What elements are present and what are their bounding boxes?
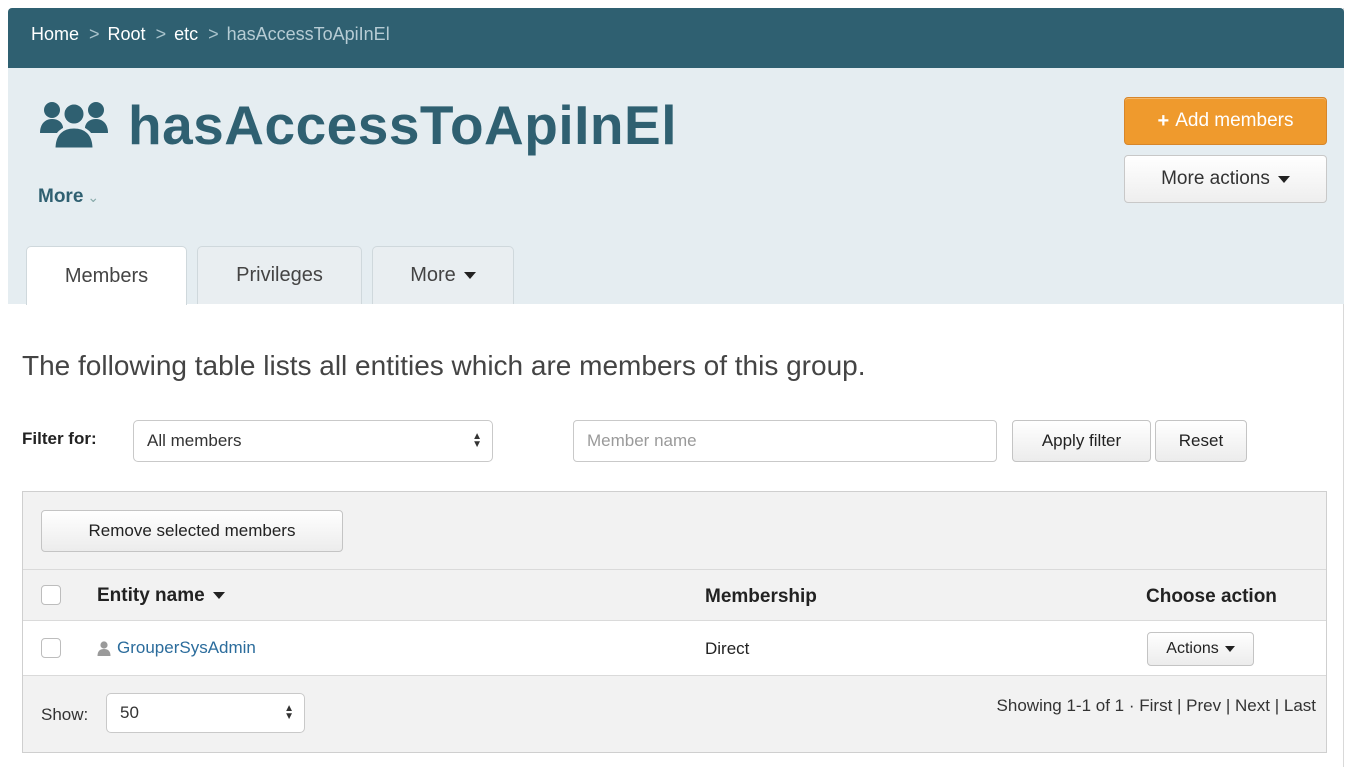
reset-button[interactable]: Reset bbox=[1155, 420, 1247, 462]
pager-next-link[interactable]: Next bbox=[1235, 696, 1270, 715]
breadcrumb-etc[interactable]: etc bbox=[174, 24, 198, 44]
breadcrumb: Home > Root > etc > hasAccessToApiInEl bbox=[8, 8, 1344, 68]
group-icon bbox=[40, 101, 108, 151]
column-membership: Membership bbox=[705, 586, 817, 607]
more-dropdown[interactable]: More ⌄ bbox=[38, 186, 99, 208]
breadcrumb-home[interactable]: Home bbox=[31, 24, 79, 44]
tab-privileges[interactable]: Privileges bbox=[197, 246, 362, 304]
entity-cell: GrouperSysAdmin bbox=[97, 638, 256, 658]
actions-label: Actions bbox=[1166, 640, 1219, 657]
group-header: hasAccessToApiInEl More ⌄ + Add members Mo… bbox=[8, 68, 1344, 305]
entity-link[interactable]: GrouperSysAdmin bbox=[117, 638, 256, 658]
plus-icon: + bbox=[1157, 109, 1170, 132]
members-table-panel: Remove selected members Entity name Memb… bbox=[22, 491, 1327, 753]
pagination: Showing 1-1 of 1 · First | Prev | Next |… bbox=[996, 696, 1316, 715]
sort-caret-icon bbox=[212, 592, 225, 600]
select-arrows-icon: ▲ ▼ bbox=[472, 431, 482, 450]
table-header: Entity name Membership Choose action bbox=[23, 569, 1326, 621]
member-name-input[interactable] bbox=[573, 420, 997, 462]
pager-last-link[interactable]: Last bbox=[1284, 696, 1316, 715]
more-label: More bbox=[38, 186, 84, 207]
filter-label: Filter for: bbox=[22, 429, 97, 448]
tab-members[interactable]: Members bbox=[26, 246, 187, 305]
showing-text: Showing 1-1 of 1 · bbox=[996, 696, 1140, 715]
remove-selected-members-button[interactable]: Remove selected members bbox=[41, 510, 343, 552]
title-row: hasAccessToApiInEl bbox=[38, 90, 677, 160]
breadcrumb-current: hasAccessToApiInEl bbox=[226, 24, 390, 44]
chevron-down-icon: ⌄ bbox=[87, 189, 100, 205]
select-arrows-icon: ▲ ▼ bbox=[284, 703, 294, 722]
table-row: GrouperSysAdmin Direct Actions bbox=[23, 621, 1326, 676]
breadcrumb-separator-icon: > bbox=[208, 24, 219, 44]
caret-down-icon bbox=[463, 272, 476, 279]
tab-members-label: Members bbox=[64, 264, 149, 287]
page-frame: Home > Root > etc > hasAccessToApiInEl hasAcce… bbox=[8, 8, 1344, 767]
column-choose-action: Choose action bbox=[1146, 586, 1277, 607]
breadcrumb-separator-icon: > bbox=[89, 24, 100, 44]
more-actions-button[interactable]: More actions bbox=[1124, 155, 1327, 203]
column-entity-name[interactable]: Entity name bbox=[97, 585, 225, 607]
page-size-select[interactable]: 50 ▲ ▼ bbox=[106, 693, 305, 733]
column-entity-label: Entity name bbox=[97, 585, 205, 606]
tab-more-label: More bbox=[410, 264, 456, 286]
breadcrumb-root[interactable]: Root bbox=[108, 24, 146, 44]
apply-filter-button[interactable]: Apply filter bbox=[1012, 420, 1151, 462]
caret-down-icon bbox=[1277, 175, 1290, 183]
person-icon bbox=[97, 640, 111, 656]
add-members-button[interactable]: + Add members bbox=[1124, 97, 1327, 145]
caret-down-icon bbox=[1224, 646, 1235, 652]
pager-prev-link[interactable]: Prev bbox=[1186, 696, 1221, 715]
filter-select[interactable]: All members ▲ ▼ bbox=[133, 420, 493, 462]
show-label: Show: bbox=[41, 705, 89, 724]
filter-select-value: All members bbox=[147, 431, 242, 450]
actions-dropdown-button[interactable]: Actions bbox=[1147, 632, 1254, 666]
tab-more[interactable]: More bbox=[372, 246, 514, 304]
add-members-label: Add members bbox=[1175, 110, 1294, 131]
page-title: hasAccessToApiInEl bbox=[128, 94, 677, 156]
select-all-checkbox[interactable] bbox=[41, 585, 61, 605]
row-checkbox[interactable] bbox=[41, 638, 61, 658]
table-description: The following table lists all entities w… bbox=[22, 350, 866, 381]
more-actions-label: More actions bbox=[1161, 168, 1270, 189]
membership-cell: Direct bbox=[705, 639, 750, 658]
tab-bar: Members Privileges More bbox=[26, 246, 524, 305]
tab-privileges-label: Privileges bbox=[236, 264, 323, 286]
breadcrumb-separator-icon: > bbox=[155, 24, 167, 44]
pager-first-link[interactable]: First bbox=[1139, 696, 1172, 715]
page-size-value: 50 bbox=[120, 703, 139, 722]
